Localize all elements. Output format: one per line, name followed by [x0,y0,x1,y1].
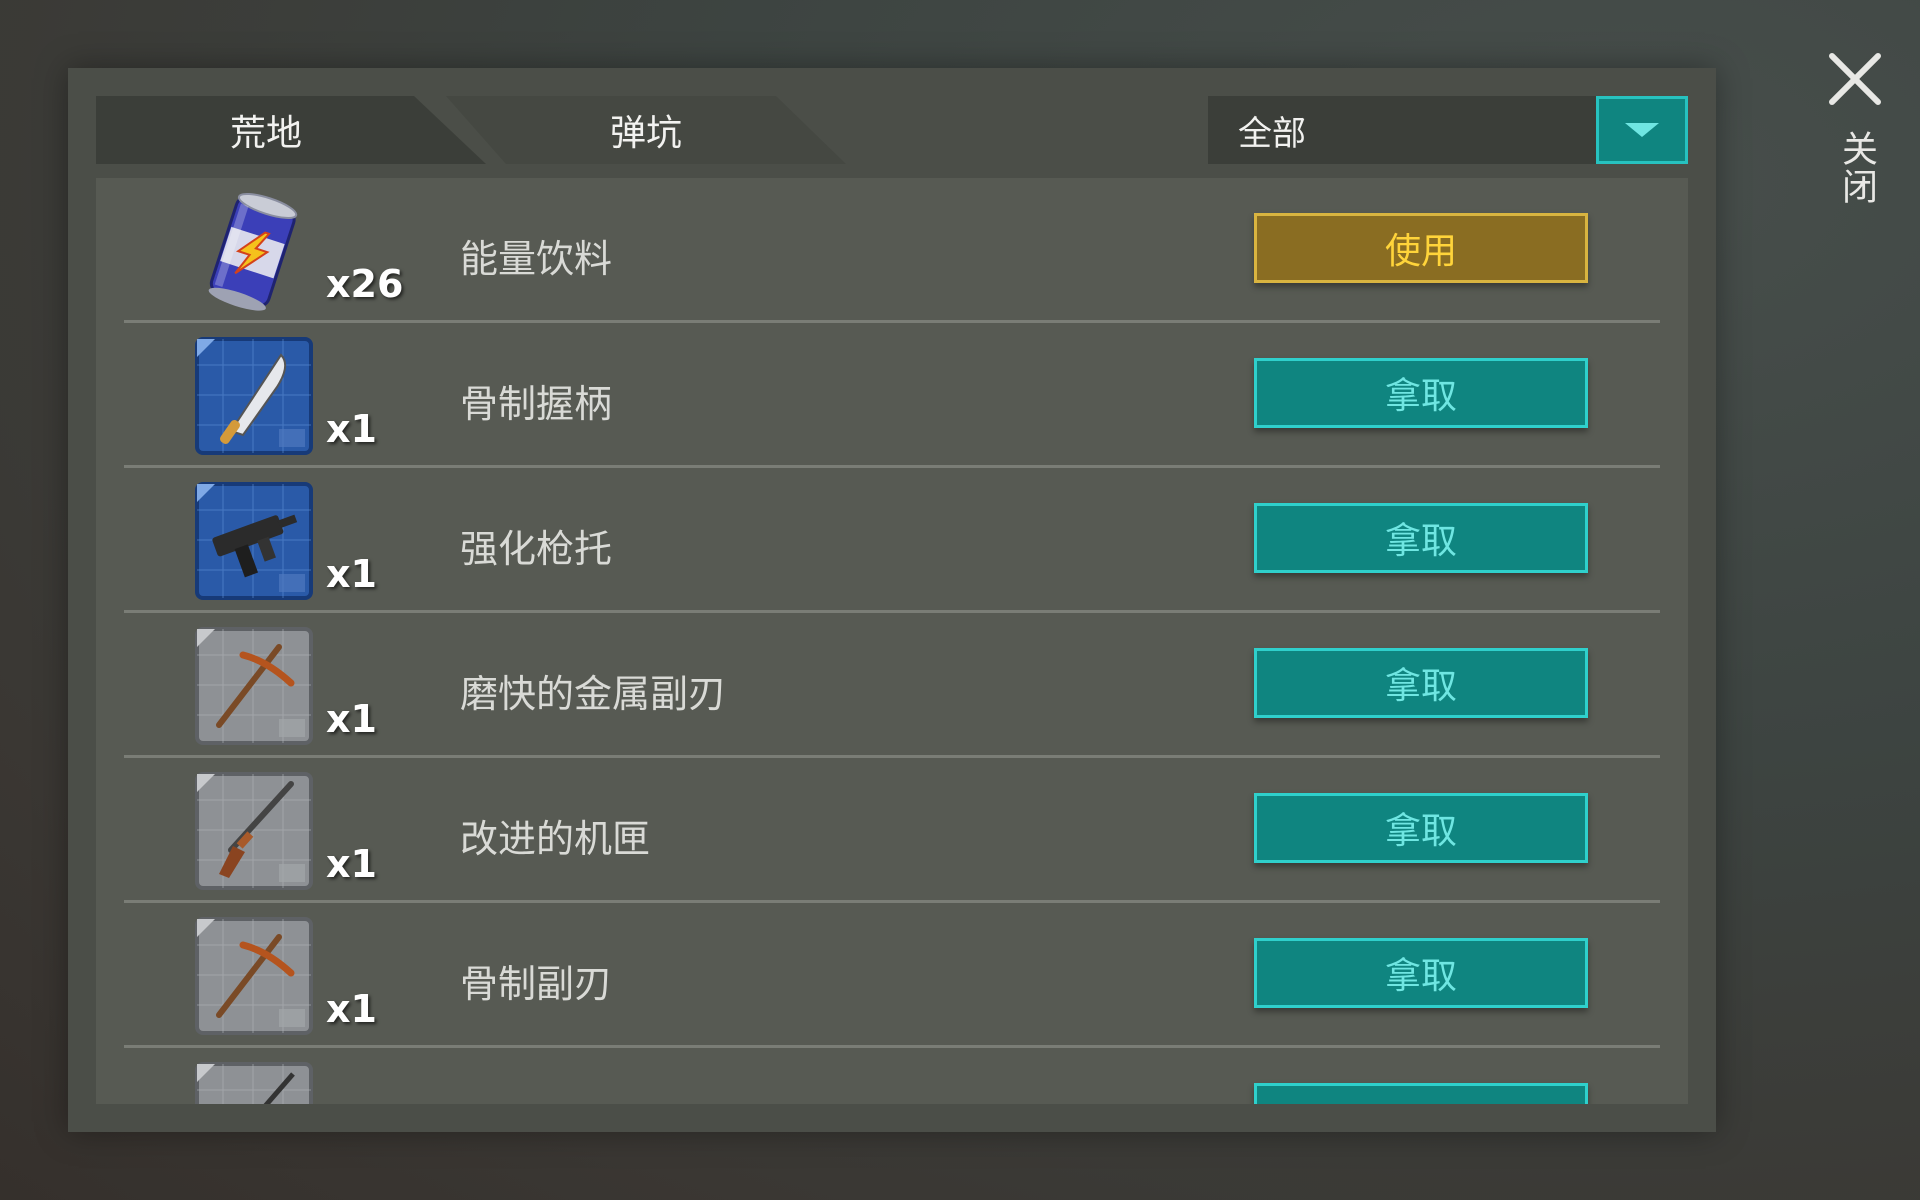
blueprint-icon [195,1062,313,1104]
item-quantity: x1 [326,987,377,1031]
shotgun-blueprint-icon [195,772,313,890]
loot-panel: 荒地 弹坑 全部 x26 能量饮料 使用 x1 骨制握柄 拿取 x1 强化枪托 … [68,68,1716,1132]
take-button[interactable]: 拿取 [1254,648,1588,718]
item-name: 骨制握柄 [460,382,613,426]
take-button[interactable]: 拿取 [1254,938,1588,1008]
item-name: 能量饮料 [460,237,613,281]
tab-label: 弹坑 [609,113,682,154]
list-item: x1 改进的机匣 拿取 [96,758,1688,903]
item-name: 改进的机匣 [460,817,651,861]
list-item: x26 能量饮料 使用 [96,178,1688,323]
pickaxe-blueprint-icon [195,627,313,745]
energy-drink-can-icon [208,192,298,311]
location-tabs: 荒地 弹坑 [96,96,896,164]
chevron-down-icon [1625,123,1659,137]
list-item: x1 骨制副刃 拿取 [96,903,1688,1048]
item-quantity: x1 [326,552,377,596]
use-button[interactable]: 使用 [1254,213,1588,283]
take-button[interactable]: 拿取 [1254,503,1588,573]
item-quantity: x1 [326,697,377,741]
pickaxe-blueprint-icon [195,917,313,1035]
item-list[interactable]: x26 能量饮料 使用 x1 骨制握柄 拿取 x1 强化枪托 拿取 x1 磨快的… [96,178,1688,1104]
item-quantity: x1 [326,407,377,451]
tab-crater[interactable]: 弹坑 [446,96,846,164]
take-button[interactable] [1254,1083,1588,1104]
item-quantity: x1 [326,842,377,886]
filter-dropdown[interactable]: 全部 [1208,96,1688,164]
list-item: x1 磨快的金属副刃 拿取 [96,613,1688,758]
machete-blueprint-icon [195,337,313,455]
tab-wasteland[interactable]: 荒地 [96,96,486,164]
smg-blueprint-icon [195,482,313,600]
item-name: 磨快的金属副刃 [460,672,727,716]
tab-label: 荒地 [229,113,302,154]
take-button[interactable]: 拿取 [1254,358,1588,428]
list-item: x1 强化枪托 拿取 [96,468,1688,613]
list-item [96,1048,1688,1104]
close-icon[interactable] [1826,50,1884,108]
take-button[interactable]: 拿取 [1254,793,1588,863]
item-name: 强化枪托 [460,527,613,571]
close-label[interactable]: 关闭 [1830,130,1882,206]
filter-selected-label: 全部 [1238,113,1306,154]
dropdown-toggle-button[interactable] [1596,96,1688,164]
item-name: 骨制副刃 [460,962,613,1006]
list-item: x1 骨制握柄 拿取 [96,323,1688,468]
item-quantity: x26 [326,262,404,306]
